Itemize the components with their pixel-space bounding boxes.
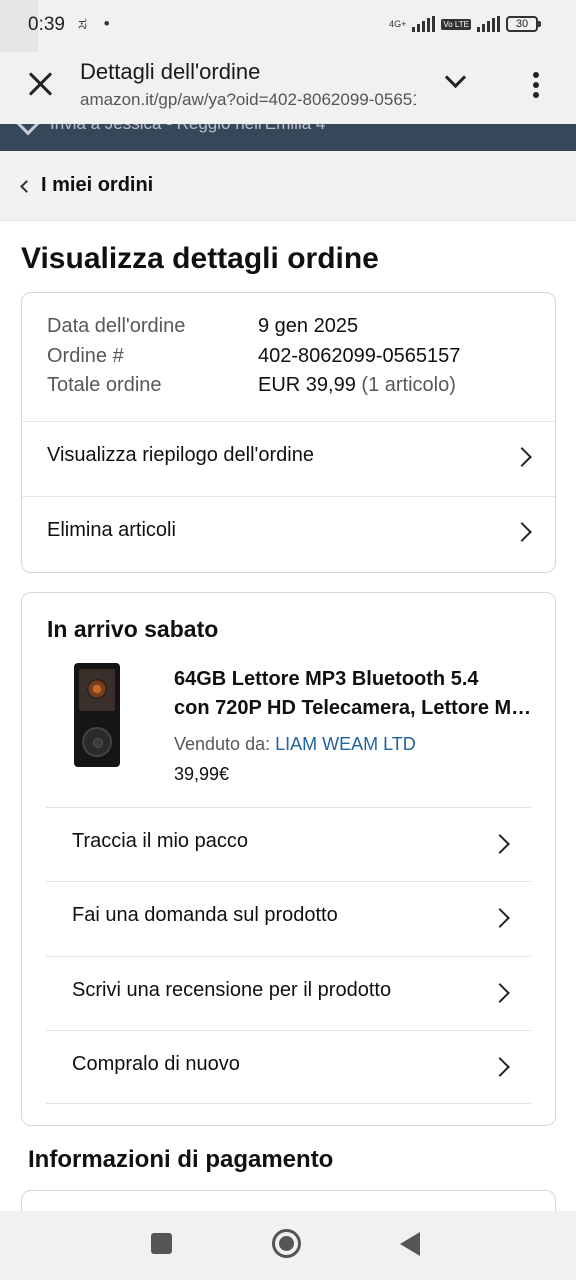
track-package-row[interactable]: Traccia il mio pacco [46,807,531,881]
delivery-card: In arrivo sabato 64GB Lettore MP3 Blueto… [21,592,556,1126]
order-date-value: 9 gen 2025 [258,315,359,337]
product-screen [79,669,115,711]
delete-items-label: Elimina articoli [47,519,176,541]
chevron-right-icon [490,834,510,854]
chevron-down-icon[interactable] [443,70,469,96]
url-text[interactable]: amazon.it/gp/aw/ya?oid=402-8062099-05651… [80,90,416,110]
status-time: 0:39 [28,14,65,35]
order-date-label: Data dell'ordine [47,315,186,337]
order-total-amount: EUR 39,99 [258,374,356,396]
chevron-right-icon [490,1057,510,1077]
delivery-status-title: In arrivo sabato [47,616,219,642]
back-icon[interactable] [400,1232,420,1256]
order-summary-card: Data dell'ordine 9 gen 2025 Ordine # 402… [21,292,556,573]
product-wheel [82,727,112,757]
buy-again-label: Compralo di nuovo [72,1053,240,1075]
delivery-address-banner[interactable]: Invia a Jessica - Reggio nell'Emilia 4 [0,124,576,151]
banner-text: Invia a Jessica - Reggio nell'Emilia 4 [50,124,325,134]
chevron-right-icon [512,447,532,467]
network-type-label: 4G+ [389,18,407,29]
buy-again-row[interactable]: Compralo di nuovo [46,1030,531,1104]
view-order-summary-link[interactable]: Visualizza riepilogo dell'ordine [22,421,555,496]
chevron-right-icon [490,983,510,1003]
more-options-icon[interactable] [531,72,541,100]
product-price: 39,99€ [174,764,230,784]
browser-header: Dettagli dell'ordine amazon.it/gp/aw/ya?… [0,52,576,124]
recent-apps-icon[interactable] [151,1233,172,1254]
order-number-value: 402-8062099-0565157 [258,345,461,367]
ask-question-label: Fai una domanda sul prodotto [72,904,338,926]
seller-info: Venduto da: LIAM WEAM LTD [174,734,416,755]
browser-page-title: Dettagli dell'ordine [80,59,261,84]
product-title[interactable]: 64GB Lettore MP3 Bluetooth 5.4 con 720P … [174,665,534,723]
signal-icon [412,16,436,32]
product-title-line-1: 64GB Lettore MP3 Bluetooth 5.4 [174,668,479,690]
status-indicators: 4G+ Vo LTE 30 [389,16,541,32]
ask-question-row[interactable]: Fai una domanda sul prodotto [46,881,531,955]
signal-icon-2 [477,16,500,32]
status-bar: 0:39 ಸ • 4G+ Vo LTE 30 [0,0,576,52]
product-title-line-2: con 720P HD Telecamera, Lettore MP3 [174,697,534,719]
chevron-right-icon [490,908,510,928]
breadcrumb[interactable]: I miei ordini [0,151,576,221]
breadcrumb-label[interactable]: I miei ordini [41,174,153,197]
write-review-label: Scrivi una recensione per il prodotto [72,979,392,1001]
notification-icons: ಸ • [78,14,116,33]
home-icon[interactable] [272,1229,301,1258]
battery-icon: 30 [506,16,541,32]
order-total-items: (1 articolo) [361,374,456,396]
order-number-label: Ordine # [47,345,124,367]
product-image[interactable] [74,663,120,767]
seller-label: Venduto da: [174,734,271,754]
payment-info-title: Informazioni di pagamento [28,1146,334,1173]
order-total-label: Totale ordine [47,374,162,396]
order-total-value: EUR 39,99 (1 articolo) [258,374,456,397]
seller-link[interactable]: LIAM WEAM LTD [275,734,416,754]
chevron-left-icon [20,180,33,193]
chevron-right-icon [512,522,532,542]
track-package-label: Traccia il mio pacco [72,830,248,852]
volte-icon: Vo LTE [441,18,471,30]
view-order-summary-label: Visualizza riepilogo dell'ordine [47,444,314,466]
write-review-row[interactable]: Scrivi una recensione per il prodotto [46,956,531,1030]
location-icon [16,124,40,136]
page-title: Visualizza dettagli ordine [21,242,379,275]
close-icon[interactable] [26,69,56,99]
navigation-bar [0,1211,576,1280]
delete-items-link[interactable]: Elimina articoli [22,496,555,572]
